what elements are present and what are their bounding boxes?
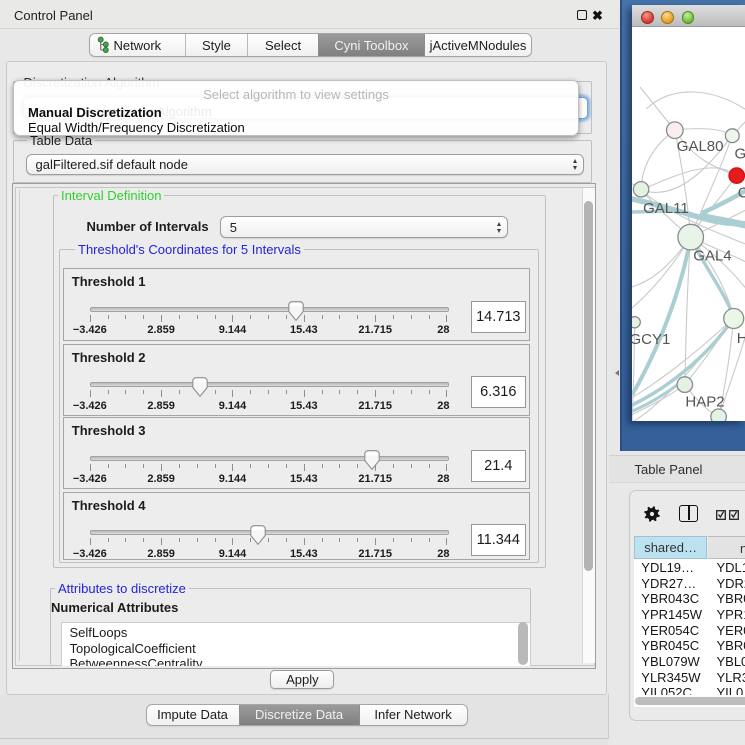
- svg-text:H: H: [737, 330, 745, 347]
- svg-text:GAL4: GAL4: [693, 247, 731, 264]
- svg-text:GAL11: GAL11: [643, 200, 689, 217]
- svg-text:HAP2: HAP2: [685, 393, 724, 410]
- svg-text:GCY1: GCY1: [632, 331, 670, 348]
- svg-text:GA: GA: [735, 146, 745, 163]
- svg-text:C: C: [738, 185, 745, 202]
- svg-text:GAL80: GAL80: [677, 138, 724, 155]
